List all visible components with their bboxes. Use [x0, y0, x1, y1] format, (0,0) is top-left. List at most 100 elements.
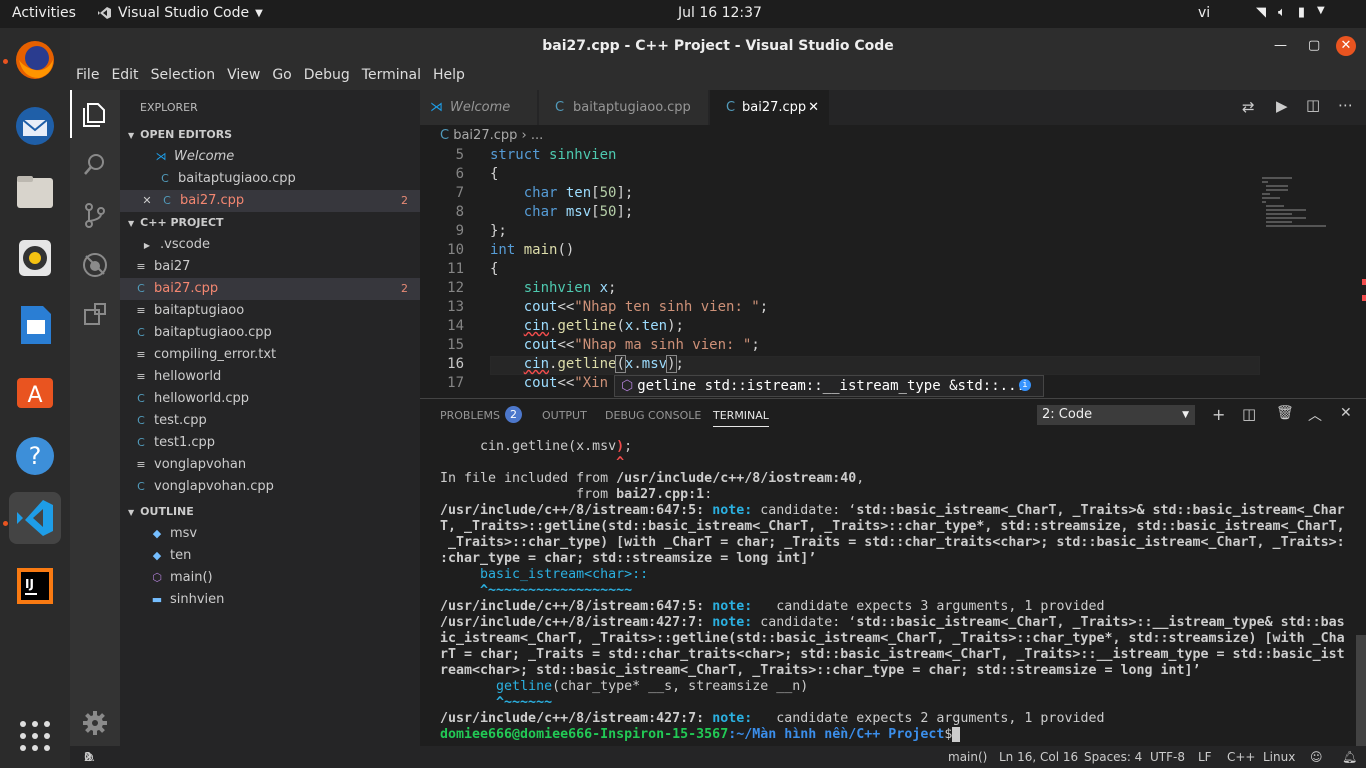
source-control-icon[interactable]	[82, 202, 108, 228]
cpp-file-icon: C	[137, 282, 145, 295]
breadcrumb-file[interactable]: bai27.cpp	[453, 128, 517, 143]
status-encoding[interactable]: UTF-8	[1150, 746, 1185, 768]
minimize-icon[interactable]: —	[1274, 28, 1287, 64]
tab-terminal[interactable]: TERMINAL	[713, 409, 769, 427]
app-menu[interactable]: Visual Studio Code ▼	[96, 5, 263, 21]
outline-item[interactable]: ◆ msv	[120, 523, 420, 545]
search-icon[interactable]	[82, 152, 108, 178]
menu-edit[interactable]: Edit	[105, 64, 144, 90]
outline-item[interactable]: ⬡ main()	[120, 567, 420, 589]
file-item[interactable]: Ctest.cpp	[120, 410, 420, 432]
tab-output[interactable]: OUTPUT	[542, 409, 587, 422]
file-item[interactable]: ≡ baitaptugiaoo	[120, 300, 420, 322]
vscode-window: bai27.cpp - C++ Project - Visual Studio …	[70, 28, 1366, 768]
menu-file[interactable]: File	[70, 64, 105, 90]
close-panel-icon[interactable]: ✕	[1340, 405, 1352, 421]
status-position[interactable]: Ln 16, Col 16	[999, 746, 1078, 768]
bell-icon[interactable]: 🔔︎	[1342, 746, 1357, 768]
debug-icon[interactable]	[82, 252, 108, 278]
maximize-icon[interactable]: ▢	[1308, 28, 1320, 64]
tab-problems[interactable]: PROBLEMS	[440, 409, 500, 422]
line-number: 15	[447, 337, 464, 353]
status-language[interactable]: C++	[1227, 746, 1256, 768]
input-language[interactable]: vi	[1198, 5, 1210, 21]
file-item-selected[interactable]: Cbai27.cpp 2	[120, 278, 420, 300]
tab-debug-console[interactable]: DEBUG CONSOLE	[605, 409, 701, 422]
status-spaces[interactable]: Spaces: 4	[1084, 746, 1142, 768]
compare-icon[interactable]: ⇄	[1242, 98, 1255, 116]
close-icon[interactable]: ✕	[1336, 36, 1356, 56]
file-icon: ≡	[136, 458, 146, 471]
breadcrumb-more[interactable]: ...	[531, 128, 543, 143]
hint-text: getline std::istream::__istream_type &st…	[637, 378, 1025, 394]
status-function[interactable]: main()	[948, 746, 987, 768]
file-item[interactable]: Cvonglapvohan.cpp	[120, 476, 420, 498]
open-editor-welcome[interactable]: ⋊ Welcome	[120, 146, 420, 168]
outline-item[interactable]: ▬ sinhvien	[120, 589, 420, 611]
menu-terminal[interactable]: Terminal	[356, 64, 427, 90]
file-item[interactable]: ≡ bai27	[120, 256, 420, 278]
vscode-dock-icon[interactable]	[9, 492, 61, 544]
code-line: sinhvien x;	[523, 280, 617, 296]
terminal-output[interactable]: cin.getline(x.msv); ^ In file included fr…	[440, 439, 1360, 743]
app-grid-icon[interactable]	[9, 710, 61, 762]
software-center-icon[interactable]: A	[9, 364, 61, 416]
project-header[interactable]: ▼ C++ PROJECT	[120, 212, 420, 234]
outline-item[interactable]: ◆ ten	[120, 545, 420, 567]
code-line: };	[490, 223, 507, 239]
folder-vscode[interactable]: ▶ .vscode	[120, 234, 420, 256]
feedback-icon[interactable]: ☺	[1310, 746, 1323, 768]
file-item[interactable]: ≡ compiling_error.txt	[120, 344, 420, 366]
open-editors-header[interactable]: ▼ OPEN EDITORS	[120, 124, 420, 146]
firefox-icon[interactable]	[9, 34, 61, 86]
status-os[interactable]: Linux	[1263, 746, 1295, 768]
cpp-file-icon: C	[163, 194, 171, 207]
menu-selection[interactable]: Selection	[145, 64, 222, 90]
terminal-line: cin.getline(x.msv);	[440, 439, 633, 454]
maximize-panel-icon[interactable]: ︿	[1308, 405, 1322, 425]
writer-icon[interactable]	[9, 298, 61, 350]
gear-icon[interactable]	[82, 710, 108, 736]
files-icon[interactable]	[9, 166, 61, 218]
open-editor-bai27[interactable]: ✕ Cbai27.cpp 2	[120, 190, 420, 212]
thunderbird-icon[interactable]	[9, 100, 61, 152]
more-icon[interactable]: ⋯	[1338, 96, 1353, 114]
close-icon[interactable]: ✕	[808, 90, 819, 125]
system-tray[interactable]: ◥ 🔈︎ ▮ ▼	[1256, 5, 1325, 20]
file-item[interactable]: Cbaitaptugiaoo.cpp	[120, 322, 420, 344]
tab-baitaptugiaoo[interactable]: Cbaitaptugiaoo.cpp	[539, 90, 709, 125]
clock[interactable]: Jul 16 12:37	[678, 5, 762, 21]
menu-view[interactable]: View	[221, 64, 266, 90]
trash-icon[interactable]: 🗑︎	[1276, 405, 1294, 421]
run-icon[interactable]: ▶	[1276, 97, 1288, 115]
tab-welcome[interactable]: ⋊ Welcome	[420, 90, 538, 125]
split-editor-icon[interactable]: ◫	[1306, 96, 1320, 114]
menu-debug[interactable]: Debug	[298, 64, 356, 90]
terminal-scrollbar[interactable]	[1356, 635, 1366, 755]
file-item[interactable]: Chelloworld.cpp	[120, 388, 420, 410]
file-item[interactable]: ≡ vonglapvohan	[120, 454, 420, 476]
file-item[interactable]: ≡ helloworld	[120, 366, 420, 388]
info-icon[interactable]: i	[1019, 379, 1031, 391]
outline-header[interactable]: ▼ OUTLINE	[120, 501, 420, 523]
activities-button[interactable]: Activities	[12, 5, 76, 21]
tab-bai27[interactable]: Cbai27.cpp ✕	[710, 90, 830, 125]
rhythmbox-icon[interactable]	[9, 232, 61, 284]
intellij-icon[interactable]: IJ	[9, 560, 61, 612]
terminal-select[interactable]: 2: Code ▼	[1037, 405, 1195, 425]
status-eol[interactable]: LF	[1198, 746, 1212, 768]
add-terminal-icon[interactable]: +	[1212, 405, 1225, 424]
open-editor-baitaptugiaoo[interactable]: Cbaitaptugiaoo.cpp	[120, 168, 420, 190]
file-item[interactable]: Ctest1.cpp	[120, 432, 420, 454]
explorer-icon[interactable]	[82, 102, 108, 128]
code-editor[interactable]: 5 6 7 8 9 10 11 12 13 14 15 16 17 struct…	[420, 147, 1366, 398]
code-line: cout<<"Xin	[523, 375, 609, 391]
menu-help[interactable]: Help	[427, 64, 471, 90]
split-terminal-icon[interactable]: ◫	[1242, 405, 1256, 423]
help-icon[interactable]: ?	[9, 430, 61, 482]
extensions-icon[interactable]	[82, 302, 108, 328]
close-icon[interactable]: ✕	[140, 190, 154, 212]
parameter-hint-popup[interactable]: ⬡ getline std::istream::__istream_type &s…	[614, 375, 1044, 397]
menu-go[interactable]: Go	[266, 64, 297, 90]
minimap[interactable]	[1260, 147, 1366, 398]
